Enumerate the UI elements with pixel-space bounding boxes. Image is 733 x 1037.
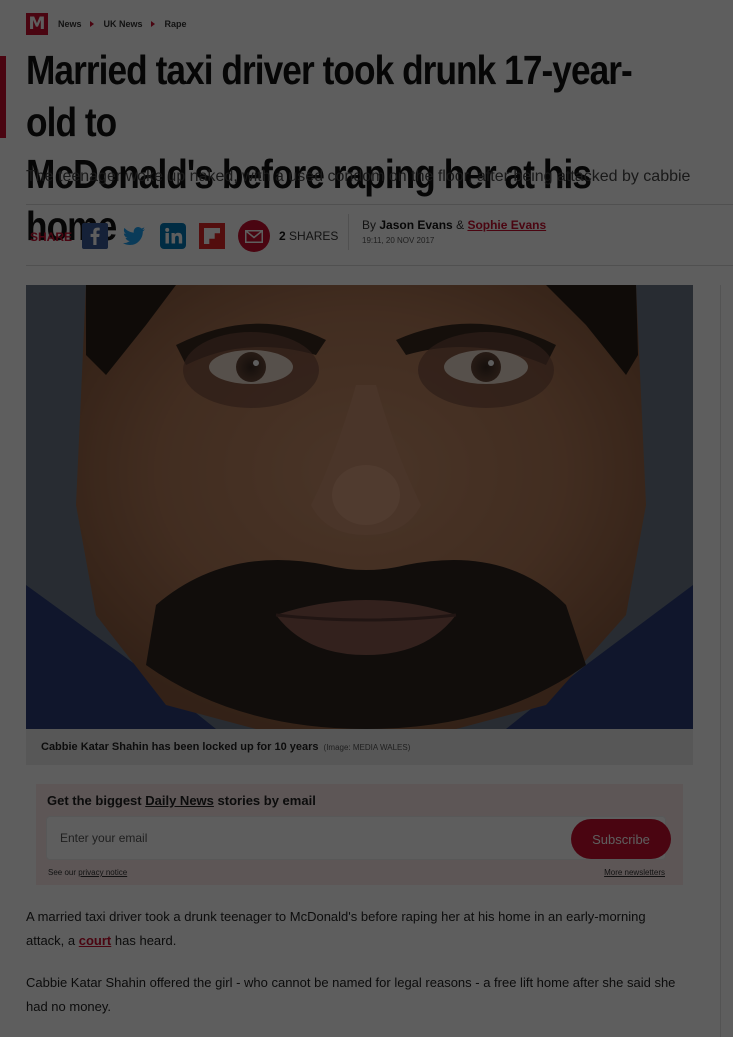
- share-count-number: 2: [279, 229, 286, 243]
- article-paragraph-1: A married taxi driver took a drunk teena…: [26, 905, 686, 953]
- court-link[interactable]: court: [79, 933, 112, 948]
- newsletter-title-prefix: Get the biggest: [47, 793, 142, 808]
- byline-separator: [348, 214, 349, 250]
- divider: [26, 204, 733, 205]
- article-standfirst: The teenager woke up naked, with a used …: [26, 168, 691, 185]
- subscribe-button[interactable]: Subscribe: [571, 819, 671, 859]
- divider: [26, 265, 733, 266]
- privacy-notice-link[interactable]: privacy notice: [78, 868, 127, 877]
- photo-caption: Cabbie Katar Shahin has been locked up f…: [26, 729, 693, 765]
- publish-date: 19:11, 20 NOV 2017: [362, 236, 435, 245]
- chevron-right-icon: [89, 21, 94, 27]
- breadcrumb-rape[interactable]: Rape: [165, 19, 187, 29]
- article-paragraph-2: Cabbie Katar Shahin offered the girl - w…: [26, 975, 676, 1014]
- chevron-right-icon: [150, 21, 155, 27]
- more-newsletters-link[interactable]: More newsletters: [604, 868, 665, 877]
- article-page: M News UK News Rape Married taxi driver …: [0, 0, 733, 1037]
- breadcrumb: M News UK News Rape: [26, 13, 187, 35]
- daily-news-link[interactable]: Daily News: [145, 793, 214, 808]
- mirror-logo[interactable]: M: [26, 13, 48, 35]
- newsletter-title-suffix: stories by email: [217, 793, 316, 808]
- share-count: 2 SHARES: [279, 229, 338, 243]
- headline-accent-bar: [0, 56, 6, 138]
- headline-line-1: Married taxi driver took drunk 17-year-o…: [26, 47, 633, 145]
- linkedin-icon[interactable]: [160, 223, 187, 249]
- sidebar-divider: [720, 285, 721, 1037]
- twitter-icon[interactable]: [121, 223, 147, 249]
- breadcrumb-news[interactable]: News: [58, 19, 82, 29]
- byline-prefix: By: [362, 218, 377, 232]
- newsletter-signup: Get the biggest Daily News stories by em…: [36, 784, 683, 885]
- breadcrumb-uk-news[interactable]: UK News: [104, 19, 143, 29]
- image-credit: (Image: MEDIA WALES): [323, 742, 411, 752]
- privacy-notice: See our privacy notice: [48, 868, 127, 877]
- caption-text: Cabbie Katar Shahin has been locked up f…: [41, 741, 319, 753]
- share-label: SHARE: [30, 230, 73, 244]
- email-icon: [245, 229, 264, 243]
- author-sophie-evans-link[interactable]: Sophie Evans: [467, 218, 546, 232]
- byline-connector: &: [456, 218, 465, 232]
- flipboard-icon[interactable]: [199, 223, 226, 249]
- byline: By Jason Evans & Sophie Evans: [362, 218, 546, 232]
- newsletter-title: Get the biggest Daily News stories by em…: [47, 793, 316, 808]
- paragraph-1-end: has heard.: [114, 933, 177, 948]
- article-photo[interactable]: [26, 285, 693, 729]
- author-jason-evans[interactable]: Jason Evans: [379, 218, 452, 232]
- privacy-prefix: See our: [48, 868, 77, 877]
- email-field[interactable]: [58, 817, 562, 859]
- facebook-icon[interactable]: [82, 223, 109, 249]
- email-share-button[interactable]: [238, 220, 271, 252]
- share-count-label: SHARES: [289, 229, 339, 243]
- share-bar: SHARE 2 SHARES: [26, 218, 338, 254]
